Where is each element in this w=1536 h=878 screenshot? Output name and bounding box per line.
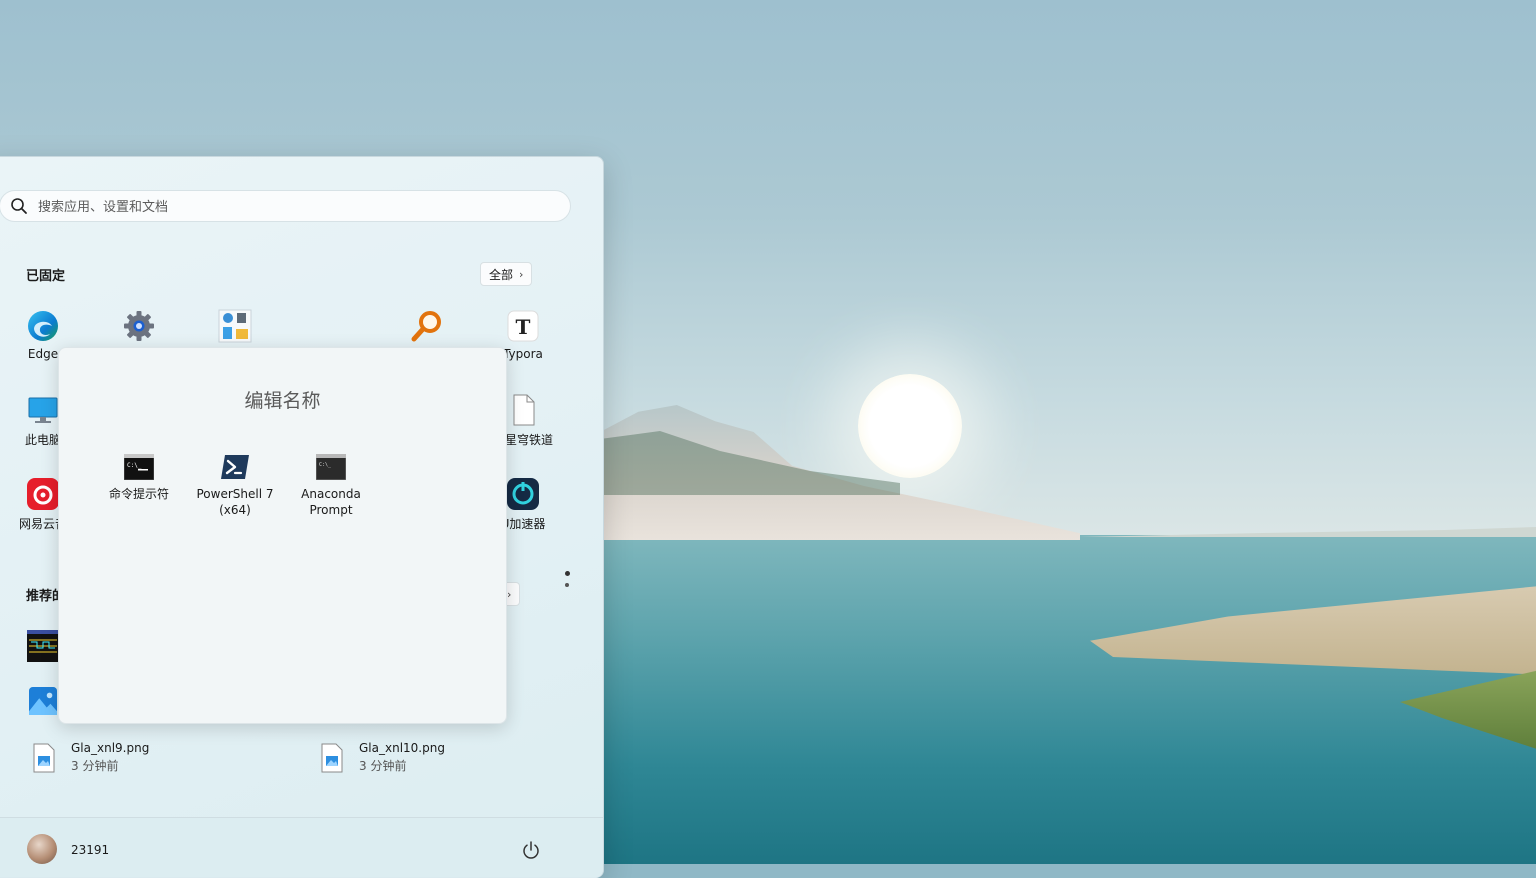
all-apps-label: 全部 [489, 267, 514, 282]
svg-text:C:\_: C:\_ [319, 462, 332, 468]
app-label: 命令提示符 [108, 487, 169, 501]
chevron-right-icon: › [507, 587, 512, 601]
control-panel-icon [218, 309, 252, 343]
anaconda-prompt-icon: C:\_ [315, 453, 347, 481]
image-file-icon [319, 743, 345, 773]
recommended-item[interactable]: Gla_xnl10.png 3 分钟前 [319, 741, 445, 774]
pinned-title: 已固定 [26, 269, 66, 284]
app-label: PowerShell 7 (x64) [196, 487, 274, 517]
image-file-icon [31, 743, 57, 773]
pinned-app-settings[interactable] [99, 309, 179, 347]
edge-icon [26, 309, 60, 343]
this-pc-icon [26, 393, 60, 427]
recommended-item-name: Gla_xnl9.png [71, 741, 150, 755]
power-icon[interactable] [521, 840, 541, 860]
photos-app-icon[interactable] [29, 687, 57, 719]
svg-text:T: T [516, 315, 531, 339]
start-footer: 23191 [0, 817, 603, 878]
folder-app-anaconda-prompt[interactable]: C:\_ Anaconda Prompt [283, 453, 379, 518]
settings-gear-icon [122, 309, 156, 343]
svg-text:C:\_: C:\_ [127, 462, 142, 469]
search-magnifier-icon [410, 309, 444, 343]
app-label: Anaconda Prompt [301, 487, 361, 517]
powershell-icon [220, 454, 250, 480]
recommended-item-time: 3 分钟前 [71, 759, 119, 773]
recommended-item-time: 3 分钟前 [359, 759, 407, 773]
user-name[interactable]: 23191 [71, 843, 109, 857]
folder-app-cmd[interactable]: C:\_ 命令提示符 [91, 453, 187, 502]
folder-app-powershell[interactable]: PowerShell 7 (x64) [187, 454, 283, 518]
search-icon [11, 198, 27, 214]
file-icon [506, 393, 540, 427]
cmd-icon: C:\_ [123, 453, 155, 481]
pinned-app-search[interactable] [387, 309, 467, 347]
folder-popup: 编辑名称 C:\_ 命令提示符 PowerShell 7 (x64) C:\_ … [58, 347, 507, 724]
wallpaper-sun [858, 374, 962, 478]
page-dot-2[interactable] [565, 583, 569, 587]
chevron-right-icon: › [519, 267, 524, 281]
typora-icon: T [506, 309, 540, 343]
avatar[interactable] [27, 834, 57, 864]
search-input[interactable]: 搜索应用、设置和文档 [38, 196, 168, 215]
search-box[interactable]: 搜索应用、设置和文档 [0, 190, 571, 222]
recommended-item-name: Gla_xnl10.png [359, 741, 445, 755]
pinned-page-indicator[interactable] [565, 571, 571, 594]
recommended-item[interactable]: Gla_xnl9.png 3 分钟前 [31, 741, 149, 774]
folder-name-field[interactable]: 编辑名称 [59, 386, 506, 413]
pinned-app-control-panel[interactable] [195, 309, 275, 347]
page-dot-1[interactable] [565, 571, 570, 576]
uu-accelerator-icon [506, 477, 540, 511]
all-apps-button[interactable]: 全部 › [480, 262, 533, 286]
recommended-thumbnail-icon[interactable] [27, 630, 59, 666]
netease-music-icon [26, 477, 60, 511]
